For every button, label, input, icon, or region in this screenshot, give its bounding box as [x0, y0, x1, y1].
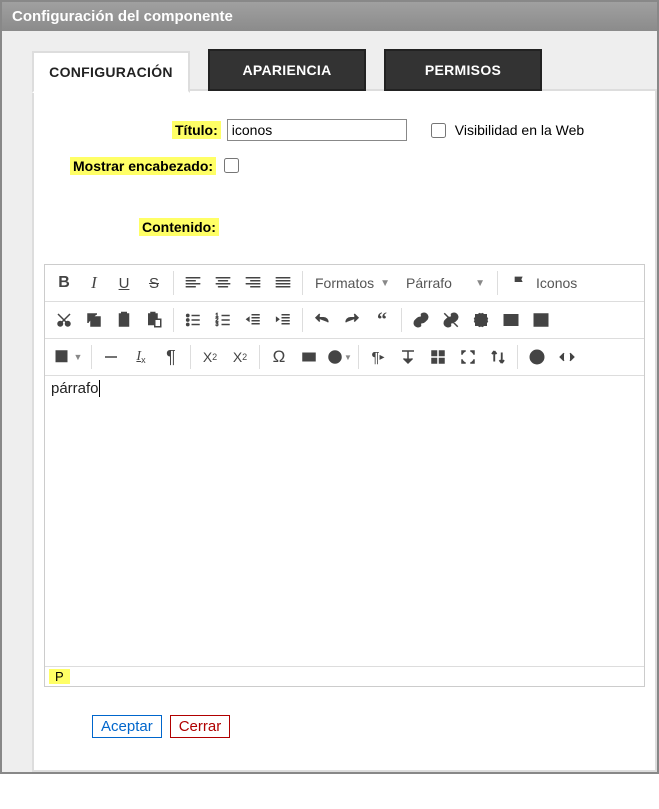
link-button[interactable] — [406, 305, 436, 335]
fullscreen-button[interactable] — [453, 342, 483, 372]
hr-button[interactable] — [96, 342, 126, 372]
dialog-titlebar: Configuración del componente — [2, 2, 657, 31]
editor-toolbar-1: B I U S Formatos▼ — [45, 265, 644, 302]
align-left-button[interactable] — [178, 268, 208, 298]
cerrar-button[interactable]: Cerrar — [170, 715, 231, 738]
editor-content[interactable]: párrafo — [45, 376, 644, 666]
row-titulo: Título: Visibilidad en la Web — [44, 119, 645, 141]
checkbox-vis-web-wrap[interactable]: Visibilidad en la Web — [427, 120, 584, 141]
blockquote-button[interactable]: “ — [367, 305, 397, 335]
unlink-button[interactable] — [436, 305, 466, 335]
bullet-list-button[interactable] — [178, 305, 208, 335]
checkbox-mostrar-encabezado[interactable] — [224, 158, 239, 173]
media-button[interactable] — [496, 305, 526, 335]
ltr-button[interactable]: ¶▸ — [363, 342, 393, 372]
redo-button[interactable] — [337, 305, 367, 335]
label-contenido: Contenido: — [139, 218, 219, 236]
underline-button[interactable]: U — [109, 268, 139, 298]
dialog-title: Configuración del componente — [12, 8, 233, 25]
paste-text-button[interactable] — [139, 305, 169, 335]
editor-statusbar: P — [45, 666, 644, 686]
copy-button[interactable] — [79, 305, 109, 335]
align-center-button[interactable] — [208, 268, 238, 298]
checkbox-vis-web[interactable] — [431, 123, 446, 138]
editor-toolbar-3: ▼ Ix ¶ X2 X2 Ω — [45, 339, 644, 376]
dialog: Configuración del componente CONFIGURACI… — [0, 0, 659, 774]
outdent-button[interactable] — [238, 305, 268, 335]
indent-button[interactable] — [268, 305, 298, 335]
dialog-buttons: Aceptar Cerrar — [92, 715, 645, 738]
panel-configuracion: Título: Visibilidad en la Web Mostrar en… — [32, 89, 657, 772]
aceptar-button[interactable]: Aceptar — [92, 715, 162, 738]
tabs-area: CONFIGURACIÓN APARIENCIA PERMISOS Título… — [2, 31, 657, 772]
find-replace-button[interactable] — [483, 342, 513, 372]
show-invisibles-button[interactable]: ¶ — [156, 342, 186, 372]
label-vis-web: Visibilidad en la Web — [455, 122, 584, 138]
flag-icon — [512, 274, 528, 293]
row-contenido: Contenido: — [139, 218, 645, 236]
formats-dropdown[interactable]: Formatos▼ — [307, 268, 398, 298]
undo-button[interactable] — [307, 305, 337, 335]
source-code-button[interactable] — [552, 342, 582, 372]
datetime-button[interactable]: ▼ — [324, 342, 354, 372]
paste-button[interactable] — [109, 305, 139, 335]
nbsp-button[interactable] — [294, 342, 324, 372]
label-titulo: Título: — [172, 121, 221, 139]
tab-apariencia[interactable]: APARIENCIA — [208, 49, 366, 91]
special-char-button[interactable]: Ω — [264, 342, 294, 372]
help-button[interactable] — [522, 342, 552, 372]
clear-format-button[interactable]: Ix — [126, 342, 156, 372]
align-justify-button[interactable] — [268, 268, 298, 298]
superscript-button[interactable]: X2 — [225, 342, 255, 372]
table-button[interactable]: ▼ — [49, 342, 87, 372]
cut-button[interactable] — [49, 305, 79, 335]
editor-text: párrafo — [51, 380, 99, 397]
anchor-button[interactable] — [466, 305, 496, 335]
italic-button[interactable]: I — [79, 268, 109, 298]
paragraph-dropdown[interactable]: Párrafo▼ — [398, 268, 493, 298]
svg-text:3: 3 — [216, 322, 219, 328]
image-button[interactable] — [526, 305, 556, 335]
row-mostrar-encabezado: Mostrar encabezado: — [70, 155, 645, 176]
input-titulo[interactable] — [227, 119, 407, 141]
editor-path[interactable]: P — [49, 669, 70, 684]
editor-toolbar-2: 123 “ — [45, 302, 644, 339]
bold-button[interactable]: B — [49, 268, 79, 298]
tab-configuracion[interactable]: CONFIGURACIÓN — [32, 51, 190, 93]
strikethrough-button[interactable]: S — [139, 268, 169, 298]
iconos-button[interactable]: Iconos — [502, 268, 587, 298]
numbered-list-button[interactable]: 123 — [208, 305, 238, 335]
tab-permisos[interactable]: PERMISOS — [384, 49, 542, 91]
rich-text-editor: B I U S Formatos▼ — [44, 264, 645, 687]
align-right-button[interactable] — [238, 268, 268, 298]
subscript-button[interactable]: X2 — [195, 342, 225, 372]
tabs: CONFIGURACIÓN APARIENCIA PERMISOS — [32, 49, 657, 91]
pagebreak-button[interactable] — [423, 342, 453, 372]
label-mostrar-encabezado: Mostrar encabezado: — [70, 157, 216, 175]
rtl-button[interactable] — [393, 342, 423, 372]
